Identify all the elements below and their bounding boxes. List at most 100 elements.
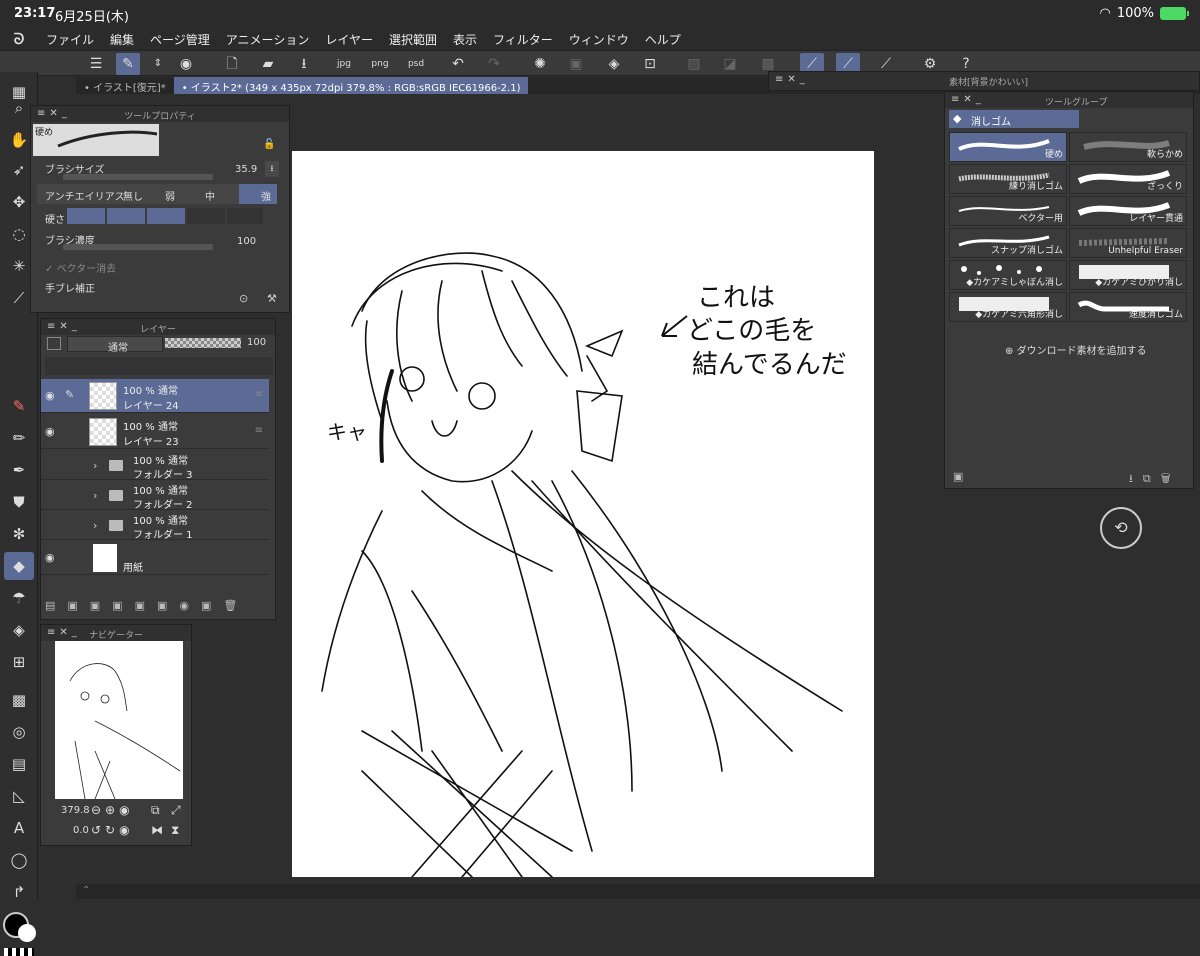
rotate-controls-icon[interactable]: ↺↻◉ xyxy=(91,823,134,837)
correct-line-tool-icon[interactable]: ↱ xyxy=(4,878,34,906)
menu-layer[interactable]: レイヤー xyxy=(317,31,381,48)
loading-icon[interactable]: ✺ xyxy=(528,53,552,75)
simple-mode-icon[interactable]: ✎ xyxy=(116,53,140,75)
menu-page[interactable]: ページ管理 xyxy=(142,31,218,48)
material-close-icon[interactable]: ≡✕_ xyxy=(775,74,809,85)
pencil-tool-icon[interactable]: ✏ xyxy=(4,424,34,452)
brush-size-menu-icon[interactable]: ⭳ xyxy=(265,161,279,177)
tool-group-close-icon[interactable]: ≡✕_ xyxy=(951,94,985,105)
flip-vertical-icon[interactable]: ⧗ xyxy=(171,823,179,838)
layer-row[interactable]: ◉ 100 % 通常 レイヤー 23 ≡ xyxy=(41,415,269,449)
tab-illust-1[interactable]: • イラスト[復元]* xyxy=(76,77,174,94)
open-folder-icon[interactable]: ▰ xyxy=(256,53,280,75)
chevron-right-icon[interactable]: › xyxy=(93,489,97,502)
visibility-eye-icon[interactable]: ◉ xyxy=(45,551,59,564)
tool-settings-icon[interactable]: ⚒ xyxy=(267,292,277,305)
ruler-tool-icon[interactable]: ◺ xyxy=(4,782,34,810)
sub-color-swatch[interactable] xyxy=(18,924,36,942)
menu-help[interactable]: ヘルプ xyxy=(637,31,689,48)
layer-row[interactable]: ◉ ✎ 100 % 通常 レイヤー 24 ≡ xyxy=(41,379,269,413)
transform-icon[interactable]: ⊡ xyxy=(638,53,662,75)
brush-item-through-layer[interactable]: レイヤー貫通 xyxy=(1069,196,1187,226)
antialias-medium[interactable]: 中 xyxy=(205,188,215,203)
navigator-preview[interactable] xyxy=(55,641,183,800)
eraser-tool-icon[interactable]: ◆ xyxy=(4,552,34,580)
tool-group-settings-icon[interactable]: ▣ xyxy=(953,470,963,483)
gradient-tool-icon[interactable]: ▩ xyxy=(4,686,34,714)
density-slider[interactable] xyxy=(63,244,213,250)
lock-icon[interactable]: 🔓 xyxy=(263,139,275,150)
export-psd-icon[interactable]: psd xyxy=(404,53,428,75)
hardness-step-2[interactable] xyxy=(107,208,145,224)
updown-arrows-icon[interactable]: ⇕ xyxy=(146,53,170,75)
tool-reset-icon[interactable]: ⊙ xyxy=(239,292,248,305)
opacity-slider[interactable] xyxy=(165,338,241,348)
balloon-tool-icon[interactable]: ◯ xyxy=(4,846,34,874)
menu-filter[interactable]: フィルター xyxy=(485,31,561,48)
undo-icon[interactable]: ↶ xyxy=(446,53,470,75)
save-icon[interactable]: ⭳ xyxy=(292,53,316,75)
decoration-tool-icon[interactable]: ✻ xyxy=(4,520,34,548)
blend-tool-icon[interactable]: ☂ xyxy=(4,584,34,612)
antialias-weak[interactable]: 弱 xyxy=(165,188,175,203)
menu-file[interactable]: ファイル xyxy=(38,31,102,48)
export-png-icon[interactable]: png xyxy=(368,53,392,75)
figure-tool-icon[interactable]: ◎ xyxy=(4,718,34,746)
vector-erase-row[interactable]: ✓ ベクター消去 xyxy=(45,260,116,275)
hardness-step-5[interactable] xyxy=(227,208,263,224)
brush-size-slider[interactable] xyxy=(63,174,213,180)
visibility-eye-icon[interactable]: ◉ xyxy=(45,389,59,402)
grid-tool-icon[interactable]: ⊞ xyxy=(4,648,34,676)
brush-item-kneaded[interactable]: 練り消しゴム xyxy=(949,164,1067,194)
brush-item-rough[interactable]: ざっくり xyxy=(1069,164,1187,194)
menu-edit[interactable]: 編集 xyxy=(102,31,142,48)
app-logo-icon[interactable]: ᘐ xyxy=(0,30,38,48)
brush-item-snap[interactable]: スナップ消しゴム xyxy=(949,228,1067,258)
layer-color-icon[interactable] xyxy=(47,337,61,350)
brush-item-unhelpful[interactable]: Unhelpful Eraser xyxy=(1069,228,1187,258)
folder-row[interactable]: › 100 % 通常 フォルダー 1 xyxy=(41,511,269,541)
menu-window[interactable]: ウィンドウ xyxy=(561,31,637,48)
fill-icon[interactable]: ◈ xyxy=(602,53,626,75)
menu-selection[interactable]: 選択範囲 xyxy=(381,31,445,48)
brush-item-soft[interactable]: 軟らかめ xyxy=(1069,132,1187,162)
drag-handle-icon[interactable]: ≡ xyxy=(255,425,263,436)
layer-actions-bar[interactable]: ▤▣▣▣▣▣◉▣🗑 xyxy=(45,599,273,615)
menu-animation[interactable]: アニメーション xyxy=(218,31,318,48)
new-file-icon[interactable]: 🗋 xyxy=(220,53,244,75)
tool-group-actions-icon[interactable]: ⭳⧉🗑 xyxy=(1129,470,1181,489)
drag-handle-icon[interactable]: ≡ xyxy=(255,389,263,400)
chevron-right-icon[interactable]: › xyxy=(93,459,97,472)
frame-tool-icon[interactable]: ▤ xyxy=(4,750,34,778)
hardness-step-1[interactable] xyxy=(67,208,105,224)
fullscreen-icon[interactable]: ⤢ xyxy=(171,803,181,818)
deselect-icon[interactable]: ▨ xyxy=(682,53,706,75)
brush-item-hard[interactable]: 硬め xyxy=(949,132,1067,162)
hardness-step-3[interactable] xyxy=(147,208,185,224)
chevron-up-icon[interactable]: ⌃ xyxy=(82,885,90,896)
brush-item-light[interactable]: ◆カケアミひかり消し xyxy=(1069,260,1187,290)
brush-item-vector[interactable]: ベクター用 xyxy=(949,196,1067,226)
brush-item-hexagon[interactable]: ◆カケアミ六角形消し xyxy=(949,292,1067,322)
flip-horizontal-icon[interactable]: ⧓ xyxy=(151,823,163,837)
brush-item-soap[interactable]: ◆カケアミしゃぼん消し xyxy=(949,260,1067,290)
companion-icon[interactable]: ◉ xyxy=(174,53,198,75)
eraser-group-tab[interactable]: 消しゴム xyxy=(949,110,1079,128)
menu-view[interactable]: 表示 xyxy=(445,31,485,48)
zoom-controls-icon[interactable]: ⊖⊕◉ xyxy=(91,803,134,817)
folder-row[interactable]: › 100 % 通常 フォルダー 3 xyxy=(41,451,269,481)
rotate-canvas-icon[interactable]: ⟲ xyxy=(1100,507,1142,549)
visibility-eye-icon[interactable]: ◉ xyxy=(45,425,59,438)
antialias-none[interactable]: 無し xyxy=(123,188,143,203)
redo-icon[interactable]: ↷ xyxy=(482,53,506,75)
hardness-step-4[interactable] xyxy=(187,208,225,224)
antialias-strong[interactable]: 強 xyxy=(239,184,277,204)
airbrush-tool-icon[interactable]: ⛊ xyxy=(4,488,34,516)
fit-icon[interactable]: ⧉ xyxy=(151,803,160,818)
download-material-button[interactable]: ⊕ ダウンロード素材を追加する xyxy=(1005,342,1147,357)
drawing-canvas[interactable]: これは どこの毛を 結んでるんだ キャ xyxy=(292,151,874,878)
chevron-right-icon[interactable]: › xyxy=(93,519,97,532)
copy-layer-icon[interactable]: ▣ xyxy=(564,53,588,75)
tab-illust-2[interactable]: • イラスト2* (349 x 435px 72dpi 379.8% : RGB… xyxy=(173,77,529,94)
invert-selection-icon[interactable]: ◪ xyxy=(718,53,742,75)
